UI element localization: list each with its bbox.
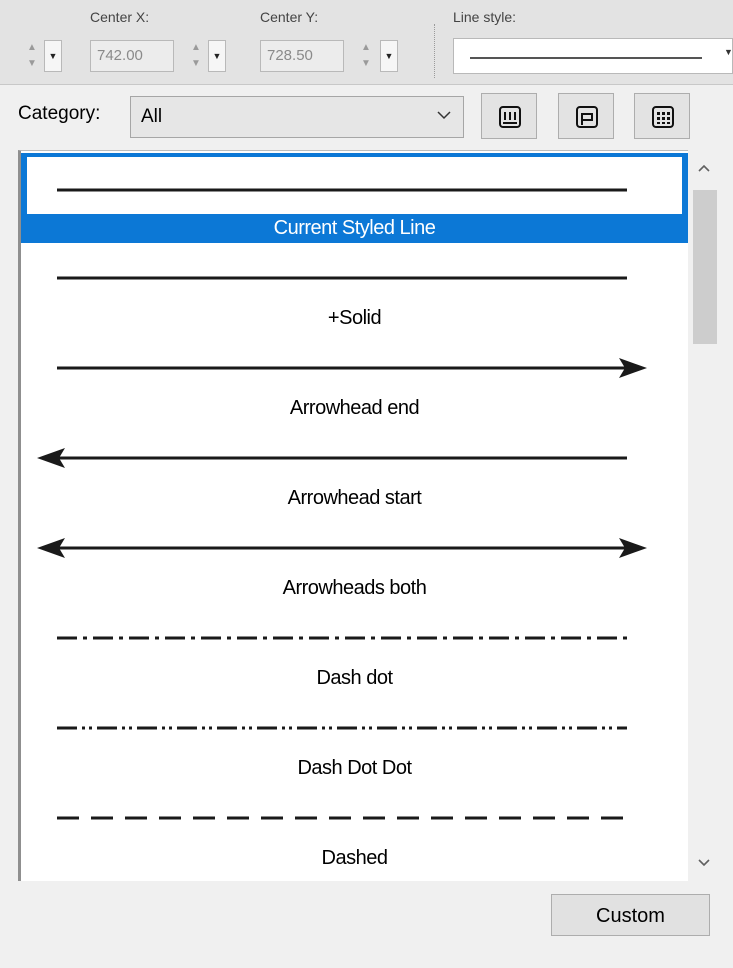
line-style-sample [470, 57, 702, 59]
chevron-up-icon [698, 164, 710, 172]
list-item-label: +Solid [327, 307, 382, 329]
spin-down-icon[interactable]: ▼ [356, 56, 376, 72]
list-item-dash-dot-dot[interactable]: Dash Dot Dot [21, 693, 688, 783]
center-y-label: Center Y: [260, 9, 319, 25]
solid-line-preview [57, 276, 627, 280]
view-details-button[interactable] [558, 93, 614, 139]
center-y-dropdown[interactable]: ▼ [380, 40, 398, 72]
arrow-end-preview [57, 358, 647, 378]
dashed-preview [57, 816, 627, 820]
list-item-dash-dot[interactable]: Dash dot [21, 603, 688, 693]
arrow-both-preview [37, 538, 647, 558]
scroll-down-button[interactable] [688, 849, 720, 879]
list-item-label: Current Styled Line [273, 217, 436, 239]
list-item-label: Dash dot [316, 667, 393, 689]
dash-dot-preview [57, 636, 627, 640]
list-item-label: Arrowhead end [289, 397, 420, 419]
view-grid-button[interactable] [634, 93, 690, 139]
list-item-arrowhead-end[interactable]: Arrowhead end [21, 333, 688, 423]
list-item-arrowheads-both[interactable]: Arrowheads both [21, 513, 688, 603]
chevron-down-icon [437, 107, 451, 125]
list-item-arrowhead-start[interactable]: Arrowhead start [21, 423, 688, 513]
center-x-input[interactable]: 742.00 [90, 40, 174, 72]
category-label: Category: [18, 103, 101, 124]
list-item-label: Dash Dot Dot [297, 757, 412, 779]
line-style-label: Line style: [453, 9, 517, 25]
chevron-down-icon[interactable]: ▼ [724, 47, 733, 57]
list-item-solid[interactable]: +Solid [21, 243, 688, 333]
line-style-picker[interactable]: ▼ [453, 38, 733, 74]
center-x-spinner[interactable]: ▲ ▼ [186, 40, 206, 72]
spin-up-icon[interactable]: ▲ [186, 40, 206, 56]
dropdown-arrow-partial[interactable]: ▼ [44, 40, 62, 72]
custom-button[interactable]: Custom [551, 894, 710, 936]
spin-up-icon[interactable]: ▲ [22, 40, 42, 56]
grid-view-icon [652, 106, 674, 128]
list-item-current-styled-line[interactable]: Current Styled Line [21, 153, 688, 243]
spin-up-icon[interactable]: ▲ [356, 40, 376, 56]
list-item-label: Dashed [321, 847, 388, 869]
toolbar-separator [434, 24, 437, 78]
arrow-start-preview [37, 448, 627, 468]
category-value: All [141, 106, 163, 127]
details-view-icon [576, 106, 598, 128]
center-y-spinner[interactable]: ▲ ▼ [356, 40, 376, 72]
line-preview [27, 157, 682, 214]
spin-down-icon[interactable]: ▼ [22, 56, 42, 72]
list-item-dashed[interactable]: Dashed [21, 783, 688, 873]
line-style-list[interactable]: Current Styled Line +Solid Arrowhead end… [18, 150, 688, 881]
solid-line-preview [57, 188, 627, 192]
dash-dot-dot-preview [57, 726, 627, 730]
list-item-label: Arrowhead start [287, 487, 422, 509]
scroll-up-button[interactable] [688, 154, 720, 184]
chevron-down-icon [698, 859, 710, 867]
view-list-button[interactable] [481, 93, 537, 139]
center-x-label: Center X: [90, 9, 150, 25]
category-select[interactable]: All [130, 96, 464, 138]
spin-arrows-partial[interactable]: ▲ ▼ [22, 40, 42, 72]
center-y-input[interactable]: 728.50 [260, 40, 344, 72]
property-toolbar: ▲ ▼ ▼ Center X: 742.00 ▲ ▼ ▼ Center Y: 7… [0, 0, 733, 85]
list-scrollbar[interactable] [688, 150, 720, 881]
spin-down-icon[interactable]: ▼ [186, 56, 206, 72]
list-view-icon [499, 106, 521, 128]
scroll-thumb[interactable] [693, 190, 717, 344]
list-item-label: Arrowheads both [282, 577, 427, 599]
center-x-dropdown[interactable]: ▼ [208, 40, 226, 72]
